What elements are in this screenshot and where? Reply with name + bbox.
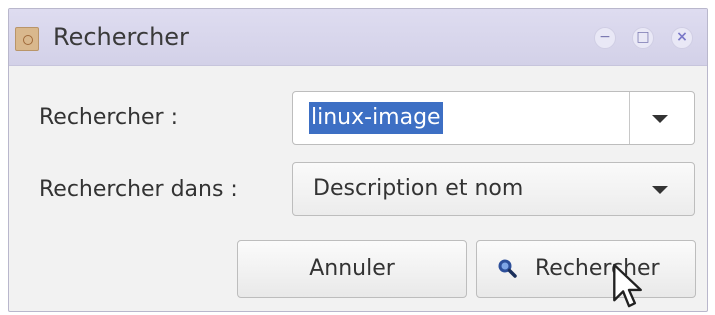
- app-package-icon: [15, 27, 39, 51]
- search-combobox[interactable]: linux-image: [292, 91, 695, 145]
- search-button[interactable]: Rechercher: [476, 240, 696, 298]
- chevron-down-icon[interactable]: [652, 115, 668, 123]
- title-bar[interactable]: Rechercher − □ ×: [9, 9, 707, 66]
- mouse-cursor-icon: [613, 263, 642, 308]
- maximize-button[interactable]: □: [632, 27, 654, 49]
- search-input[interactable]: linux-image: [309, 102, 443, 134]
- search-in-select[interactable]: Description et nom: [292, 162, 695, 216]
- search-dialog: Rechercher − □ × Rechercher : linux-imag…: [8, 8, 708, 312]
- close-button[interactable]: ×: [671, 27, 693, 49]
- chevron-down-icon[interactable]: [652, 186, 668, 194]
- cancel-button[interactable]: Annuler: [237, 240, 467, 298]
- combo-separator: [629, 92, 630, 144]
- window-title: Rechercher: [53, 23, 189, 51]
- search-in-value: Description et nom: [313, 176, 524, 201]
- search-in-label: Rechercher dans :: [39, 177, 238, 202]
- search-label: Rechercher :: [39, 105, 178, 130]
- minimize-button[interactable]: −: [594, 27, 616, 49]
- search-icon: [498, 259, 517, 278]
